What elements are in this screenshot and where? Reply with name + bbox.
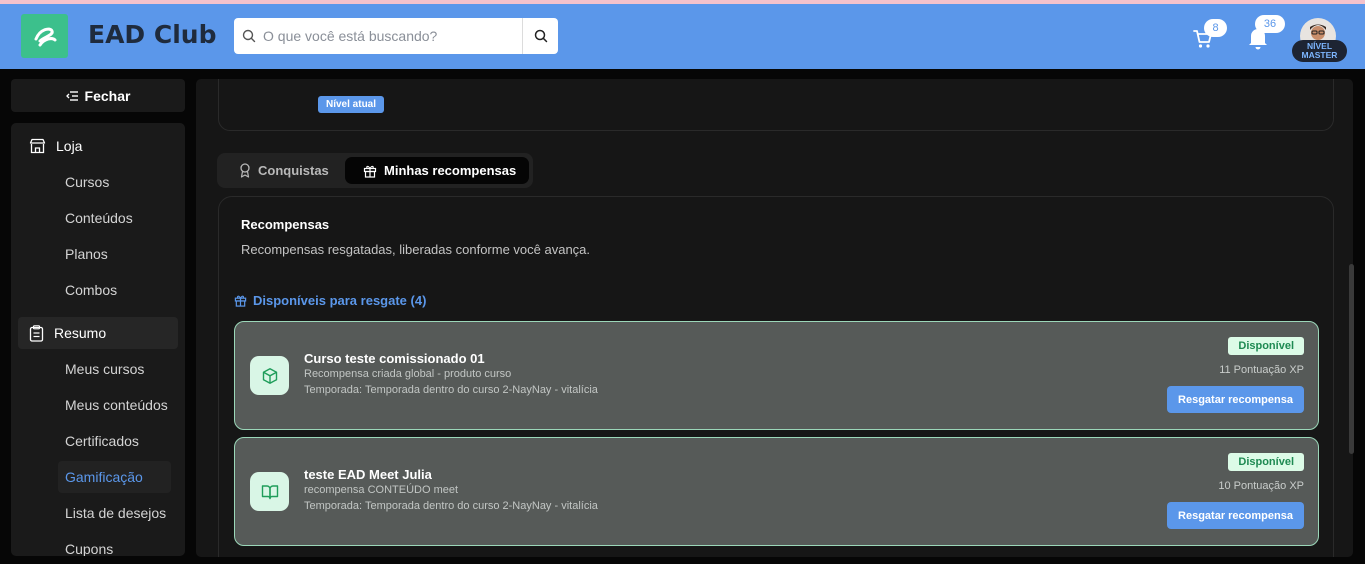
redeem-reward-button[interactable]: Resgatar recompensa (1167, 386, 1304, 413)
search-button[interactable] (522, 18, 558, 54)
sidebar-item-meus-cursos[interactable]: Meus cursos (65, 361, 144, 377)
main-panel: Nível atual Conquistas Minhas recompensa… (196, 79, 1353, 557)
level-card: Nível atual (218, 79, 1334, 131)
search-bar (234, 18, 558, 54)
current-level-chip: Nível atual (318, 96, 385, 113)
reward-icon-wrap (250, 356, 289, 395)
status-badge: Disponível (1228, 337, 1304, 355)
search-icon (534, 29, 547, 43)
redeem-reward-button[interactable]: Resgatar recompensa (1167, 502, 1304, 529)
reward-icon-wrap (250, 472, 289, 511)
reward-points: 10 Pontuação XP (1218, 480, 1304, 492)
logo[interactable] (21, 14, 68, 58)
sidebar-item-gamificacao[interactable]: Gamificação (58, 461, 171, 493)
tabs: Conquistas Minhas recompensas (217, 153, 533, 188)
search-input[interactable] (263, 18, 522, 54)
notifications-count-badge: 36 (1255, 15, 1285, 33)
available-rewards-heading: Disponíveis para resgate (4) (234, 293, 426, 308)
book-icon (261, 484, 278, 499)
rewards-title: Recompensas (241, 217, 330, 232)
status-badge: Disponível (1228, 453, 1304, 471)
reward-title: teste EAD Meet Julia (304, 467, 432, 482)
reward-season: Temporada: Temporada dentro do curso 2-N… (304, 500, 598, 512)
available-rewards-label: Disponíveis para resgate (4) (253, 293, 427, 308)
sidebar-section-store[interactable]: Loja (18, 130, 178, 162)
sidebar-item-certificados[interactable]: Certificados (65, 433, 139, 449)
sidebar-item-planos[interactable]: Planos (65, 246, 108, 262)
reward-title: Curso teste comissionado 01 (304, 351, 485, 366)
sidebar-section-summary-label: Resumo (54, 325, 107, 341)
rewards-card: Recompensas Recompensas resgatadas, libe… (218, 196, 1334, 557)
reward-points: 11 Pontuação XP (1219, 364, 1304, 376)
sidebar-section-store-label: Loja (56, 138, 83, 154)
sidebar: Loja Cursos Conteúdos Planos Combos Resu… (11, 123, 185, 556)
app-title: EAD Club (88, 20, 217, 49)
sidebar-item-cupons[interactable]: Cupons (65, 541, 113, 556)
cart-count-badge: 8 (1204, 19, 1227, 37)
collapse-menu-icon (65, 90, 78, 101)
sidebar-item-meus-conteudos[interactable]: Meus conteúdos (65, 397, 168, 413)
app-header: EAD Club 8 36 NÍVEL MASTE (0, 4, 1365, 69)
reward-item: teste EAD Meet Julia recompensa CONTEÚDO… (234, 437, 1319, 546)
gift-icon (234, 295, 247, 307)
reward-item: Curso teste comissionado 01 Recompensa c… (234, 321, 1319, 430)
level-line-2: MASTER (1301, 50, 1338, 60)
store-icon (29, 138, 46, 154)
user-level-badge: NÍVEL MASTER (1292, 40, 1347, 62)
sidebar-item-cursos[interactable]: Cursos (65, 174, 109, 190)
reward-season: Temporada: Temporada dentro do curso 2-N… (304, 384, 598, 396)
close-sidebar-button[interactable]: Fechar (11, 79, 185, 112)
close-sidebar-label: Fechar (84, 87, 131, 104)
clipboard-icon (29, 324, 44, 342)
reward-description: Recompensa criada global - produto curso (304, 368, 512, 380)
sidebar-item-lista-de-desejos[interactable]: Lista de desejos (65, 505, 166, 521)
gift-icon (363, 165, 377, 178)
tab-conquistas[interactable]: Conquistas (239, 157, 329, 184)
tab-conquistas-label: Conquistas (258, 163, 329, 178)
sidebar-section-summary[interactable]: Resumo (18, 317, 178, 349)
search-icon (234, 18, 263, 54)
rewards-subtitle: Recompensas resgatadas, liberadas confor… (241, 242, 591, 257)
sidebar-item-conteudos[interactable]: Conteúdos (65, 210, 133, 226)
logo-icon (34, 27, 56, 47)
tab-minhas-recompensas[interactable]: Minhas recompensas (345, 157, 529, 184)
box-icon (262, 367, 277, 384)
reward-description: recompensa CONTEÚDO meet (304, 484, 459, 496)
tab-minhas-recompensas-label: Minhas recompensas (384, 163, 517, 178)
award-icon (240, 163, 250, 178)
sidebar-item-combos[interactable]: Combos (65, 282, 117, 298)
main-scrollbar[interactable] (1349, 264, 1354, 454)
